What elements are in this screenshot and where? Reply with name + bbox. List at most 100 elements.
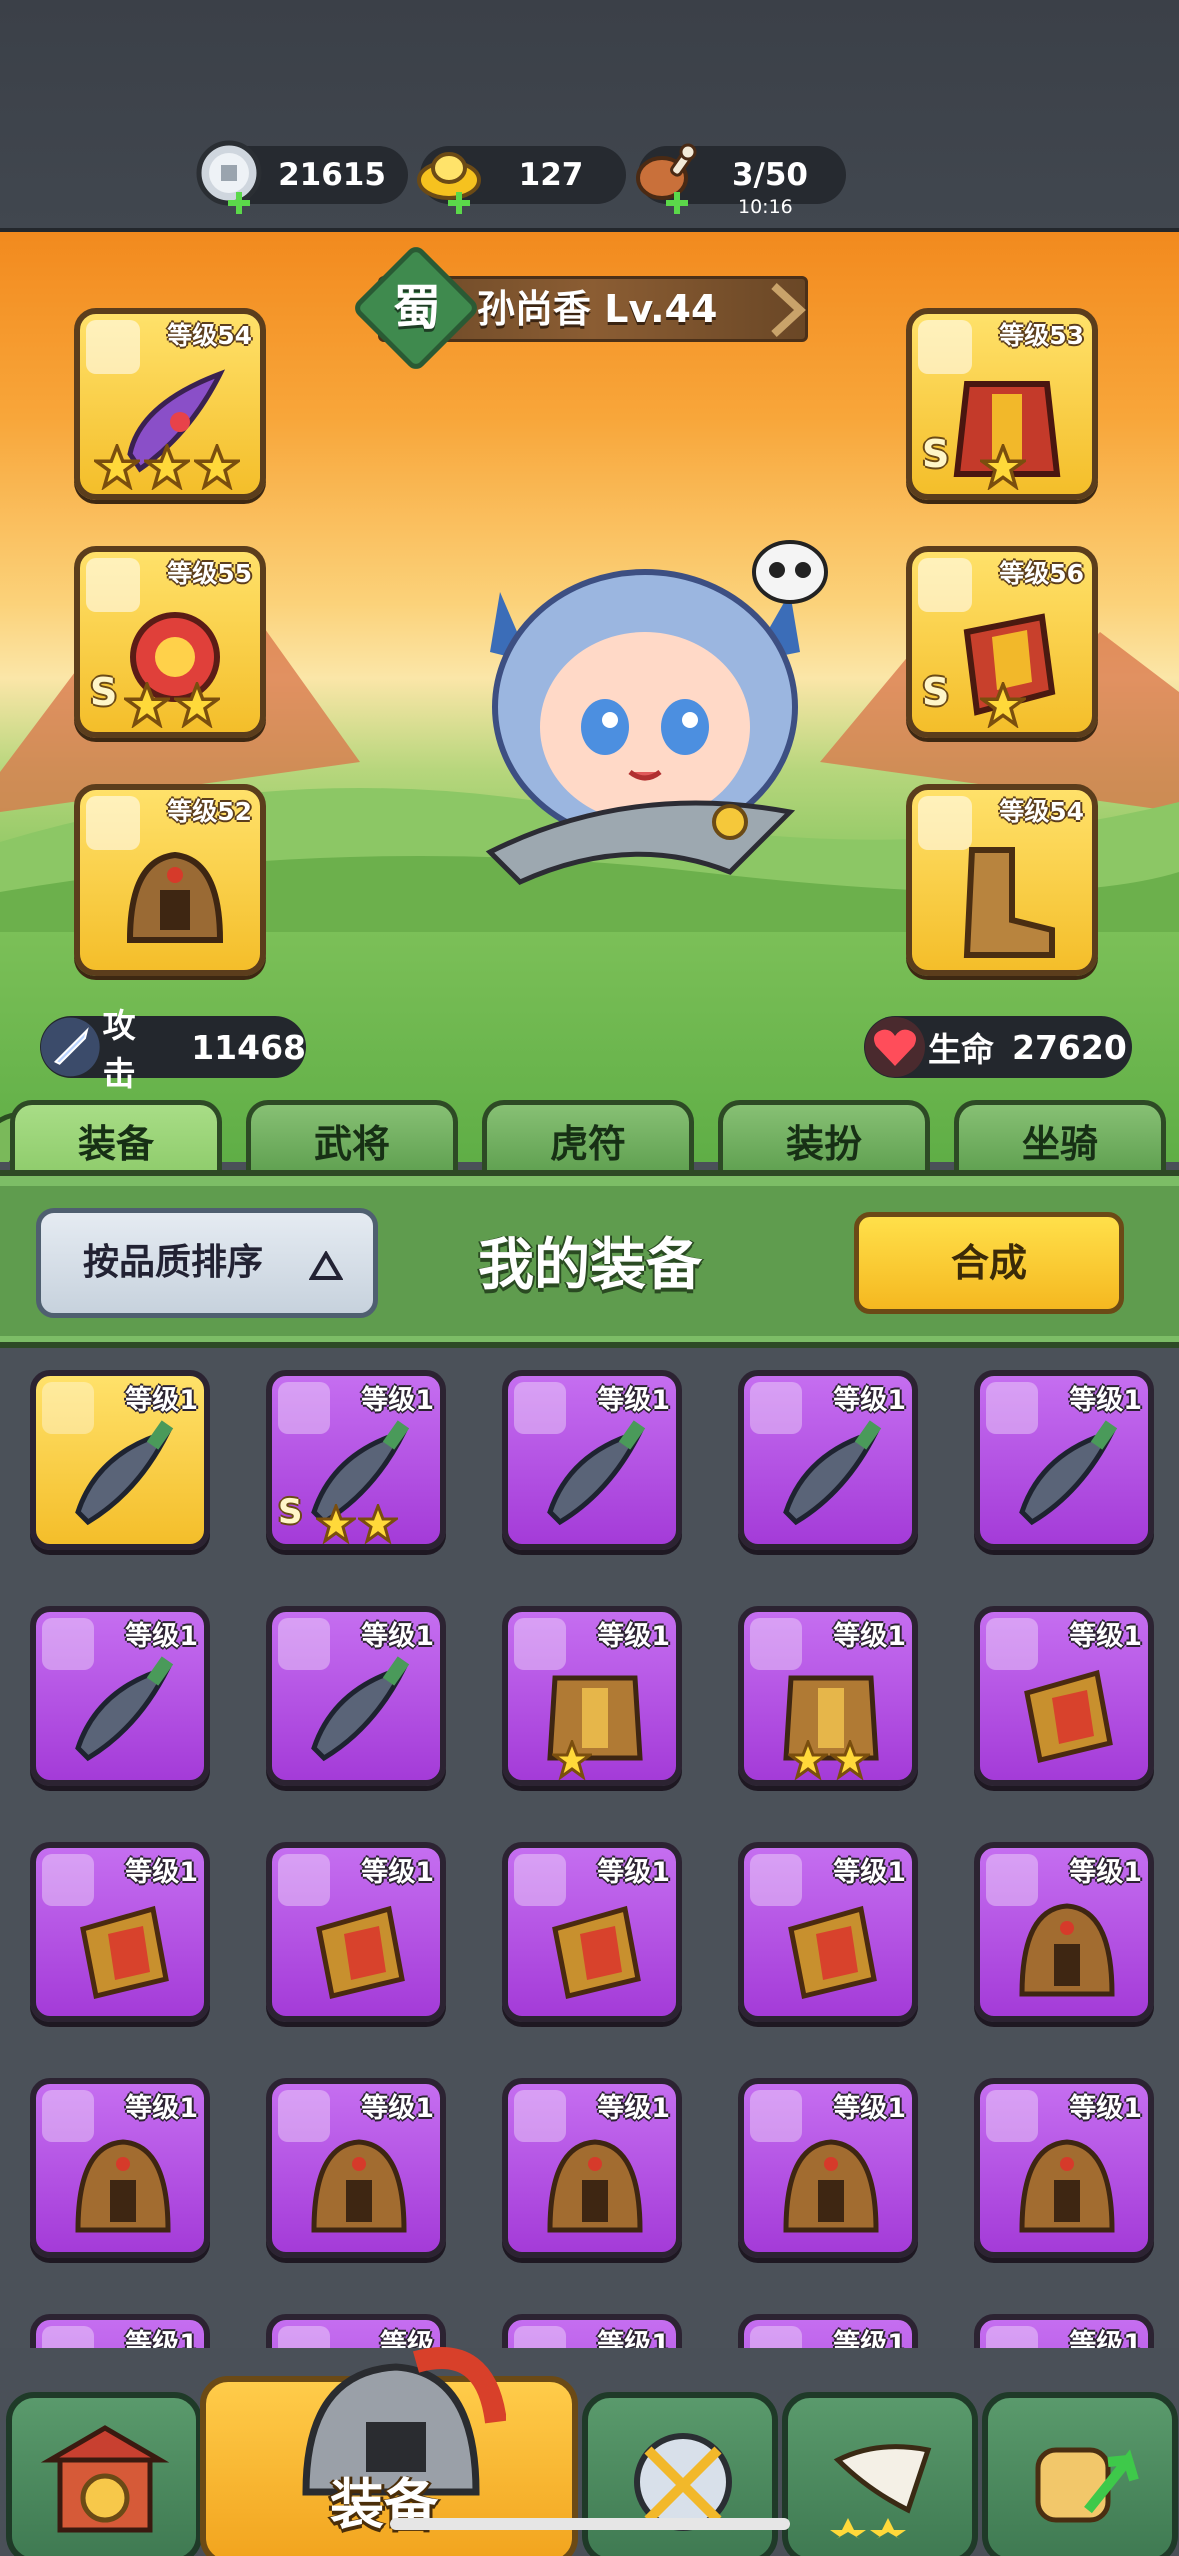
weapon-item-icon <box>1019 1420 1118 1526</box>
inventory-item[interactable]: 等级1 <box>30 1842 210 2022</box>
plus-icon[interactable] <box>446 190 472 216</box>
bracer-item-icon <box>552 1905 641 2000</box>
bracer-item-icon <box>1024 1669 1113 1764</box>
equipped-bracer-slot[interactable]: 等级56 S <box>906 546 1098 738</box>
item-level: 等级1 <box>361 1857 434 1888</box>
star-rating <box>980 682 1030 728</box>
inventory-item[interactable]: 等级1 <box>974 2314 1154 2348</box>
merge-button[interactable]: 合成 <box>854 1212 1124 1314</box>
home-indicator[interactable] <box>390 2518 790 2530</box>
inventory-item[interactable]: 等级1 <box>738 1606 918 1786</box>
helmet-item-icon <box>547 2139 643 2233</box>
inventory-item[interactable]: 等级1 <box>502 2314 682 2348</box>
equipped-helmet-slot[interactable]: 等级52 <box>74 784 266 976</box>
inventory-item[interactable]: 等级1 <box>502 1842 682 2022</box>
weapon-item-icon <box>783 1420 882 1526</box>
item-level: 等级1 <box>361 1385 434 1416</box>
item-level: 等级1 <box>125 1621 198 1652</box>
plus-icon[interactable] <box>226 190 252 216</box>
weapon-item-icon <box>75 1420 174 1526</box>
inventory-item[interactable]: 等级1 <box>974 1370 1154 1550</box>
hero-name: 孙尚香 Lv.44 <box>477 287 718 331</box>
stamina-value: 3/50 <box>731 157 809 193</box>
tab-outfits[interactable]: 装扮 <box>718 1100 930 1174</box>
inventory-item[interactable]: 等级1 <box>30 2078 210 2258</box>
castle-gate-icon <box>40 2425 170 2533</box>
inventory-item[interactable]: 等级1 <box>502 1370 682 1550</box>
inventory-item[interactable]: 等级1 S <box>266 1370 446 1550</box>
inventory-item[interactable]: 等级1 <box>30 1370 210 1550</box>
stamina-timer: 10:16 <box>738 196 793 218</box>
star-rating <box>94 444 244 490</box>
helmet-item-icon <box>75 2139 171 2233</box>
silver-value: 21615 <box>278 157 386 193</box>
tab-mounts[interactable]: 坐骑 <box>954 1100 1166 1174</box>
helmet-category-icon <box>42 2326 94 2348</box>
item-level: 等级1 <box>833 2093 906 2124</box>
inventory-item[interactable]: 等级1 <box>738 1842 918 2022</box>
plus-icon[interactable] <box>664 190 690 216</box>
equipped-amulet-slot[interactable]: 等级55 S <box>74 546 266 738</box>
equipped-armor-slot[interactable]: 等级53 S <box>906 308 1098 500</box>
item-level: 等级1 <box>597 2093 670 2124</box>
slot-level: 等级52 <box>167 797 252 826</box>
hero-panel: 孙尚香 Lv.44 蜀 等级54 等级55 S 等级52 等级53 S 等级56… <box>0 232 1179 1162</box>
item-level: 等级1 <box>1069 1621 1142 1652</box>
inventory-item[interactable]: 等级1 <box>738 2314 918 2348</box>
kingdom-label: 蜀 <box>392 280 441 336</box>
nav-battle-button[interactable] <box>582 2392 778 2556</box>
inventory-item[interactable]: 等级1 <box>502 2078 682 2258</box>
inventory-item[interactable]: 等级1 <box>974 1606 1154 1786</box>
inventory-header: 按品质排序 我的装备 合成 <box>0 1170 1179 1348</box>
sword-icon <box>40 1017 100 1077</box>
nav-summon-button[interactable] <box>782 2392 978 2556</box>
inventory-item[interactable]: 等级1 <box>266 1606 446 1786</box>
equipped-weapon-slot[interactable]: 等级54 <box>74 308 266 500</box>
helmet-icon <box>126 851 224 943</box>
item-level: 等级1 <box>1069 1385 1142 1416</box>
inventory-item[interactable]: 等级1 <box>30 1606 210 1786</box>
gold-resource[interactable]: 127 <box>417 146 626 214</box>
chevron-right-icon[interactable] <box>760 280 820 340</box>
star-icon <box>552 1740 592 1780</box>
helmet-item-icon <box>1019 2139 1115 2233</box>
grade-badge: S <box>922 670 950 714</box>
inventory-item[interactable]: 等级1 <box>30 2314 210 2348</box>
equipment-tabs: 装备 武将 虎符 装扮 坐骑 <box>0 1100 1179 1174</box>
slot-level: 等级55 <box>167 559 252 588</box>
inventory-item[interactable]: 等级1 <box>974 2078 1154 2258</box>
item-level: 等级1 <box>125 1857 198 1888</box>
tab-generals[interactable]: 武将 <box>246 1100 458 1174</box>
inventory-item[interactable]: 等级1 <box>738 1370 918 1550</box>
attack-stat: 攻击 11468 <box>40 1006 306 1093</box>
star-icon <box>788 1740 828 1780</box>
inventory-item[interactable]: 等级1 <box>974 1842 1154 2022</box>
nav-home-button[interactable] <box>6 2392 202 2556</box>
slot-level: 等级53 <box>999 321 1084 350</box>
item-level: 等级1 <box>597 1857 670 1888</box>
star-icon <box>144 444 190 490</box>
hero-character-portrait[interactable] <box>430 532 870 892</box>
inventory-item[interactable]: 等级1 <box>266 2078 446 2258</box>
item-level: 等级1 <box>1069 1857 1142 1888</box>
item-level: 等级1 <box>597 1385 670 1416</box>
item-level: 等级1 <box>361 2093 434 2124</box>
item-level: 等级1 <box>597 2329 670 2348</box>
tab-tiger-tally[interactable]: 虎符 <box>482 1100 694 1174</box>
helmet-item-icon <box>311 2139 407 2233</box>
item-level: 等级1 <box>597 1621 670 1652</box>
inventory-item[interactable]: 等级1 <box>738 2078 918 2258</box>
nav-upgrade-button[interactable] <box>982 2392 1178 2556</box>
helmet-item-icon <box>783 2139 879 2233</box>
equipped-boots-slot[interactable]: 等级54 <box>906 784 1098 976</box>
inventory-item[interactable]: 等级1 <box>502 1606 682 1786</box>
sort-by-quality-button[interactable]: 按品质排序 <box>36 1208 378 1318</box>
top-status-bar: 21615 127 3/50 10:16 <box>0 0 1179 232</box>
star-icon <box>124 682 170 728</box>
stamina-resource[interactable]: 3/50 10:16 <box>636 143 846 218</box>
tab-equipment[interactable]: 装备 <box>10 1100 222 1174</box>
inventory-item[interactable]: 等级1 <box>266 1842 446 2022</box>
fist-arrow-icon <box>1035 2447 1139 2523</box>
slot-level: 等级54 <box>167 321 252 350</box>
silver-resource[interactable]: 21615 <box>196 140 408 214</box>
